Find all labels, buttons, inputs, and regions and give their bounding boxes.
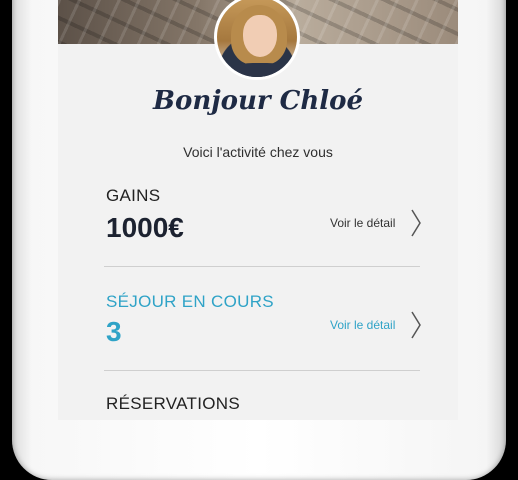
sejour-detail-link[interactable]: Voir le détail — [330, 318, 395, 332]
app-screen: Bonjour Chloé Voici l'activité chez vous… — [58, 0, 458, 420]
separator — [104, 266, 420, 267]
greeting-subtitle: Voici l'activité chez vous — [183, 144, 333, 160]
reservations-label: RÉSERVATIONS — [106, 394, 240, 413]
greeting-title: Bonjour Chloé — [153, 86, 363, 116]
separator — [104, 370, 420, 371]
chevron-right-icon[interactable] — [410, 208, 422, 238]
gains-detail-link[interactable]: Voir le détail — [330, 216, 395, 230]
sejour-value: 3 — [106, 316, 122, 347]
avatar[interactable] — [214, 0, 300, 80]
avatar-face — [243, 15, 277, 57]
chevron-right-icon[interactable] — [410, 310, 422, 340]
gains-label: GAINS — [106, 186, 161, 205]
gains-value: 1000€ — [106, 212, 184, 243]
sejour-label: SÉJOUR EN COURS — [106, 292, 274, 311]
avatar-shirt — [225, 63, 295, 77]
